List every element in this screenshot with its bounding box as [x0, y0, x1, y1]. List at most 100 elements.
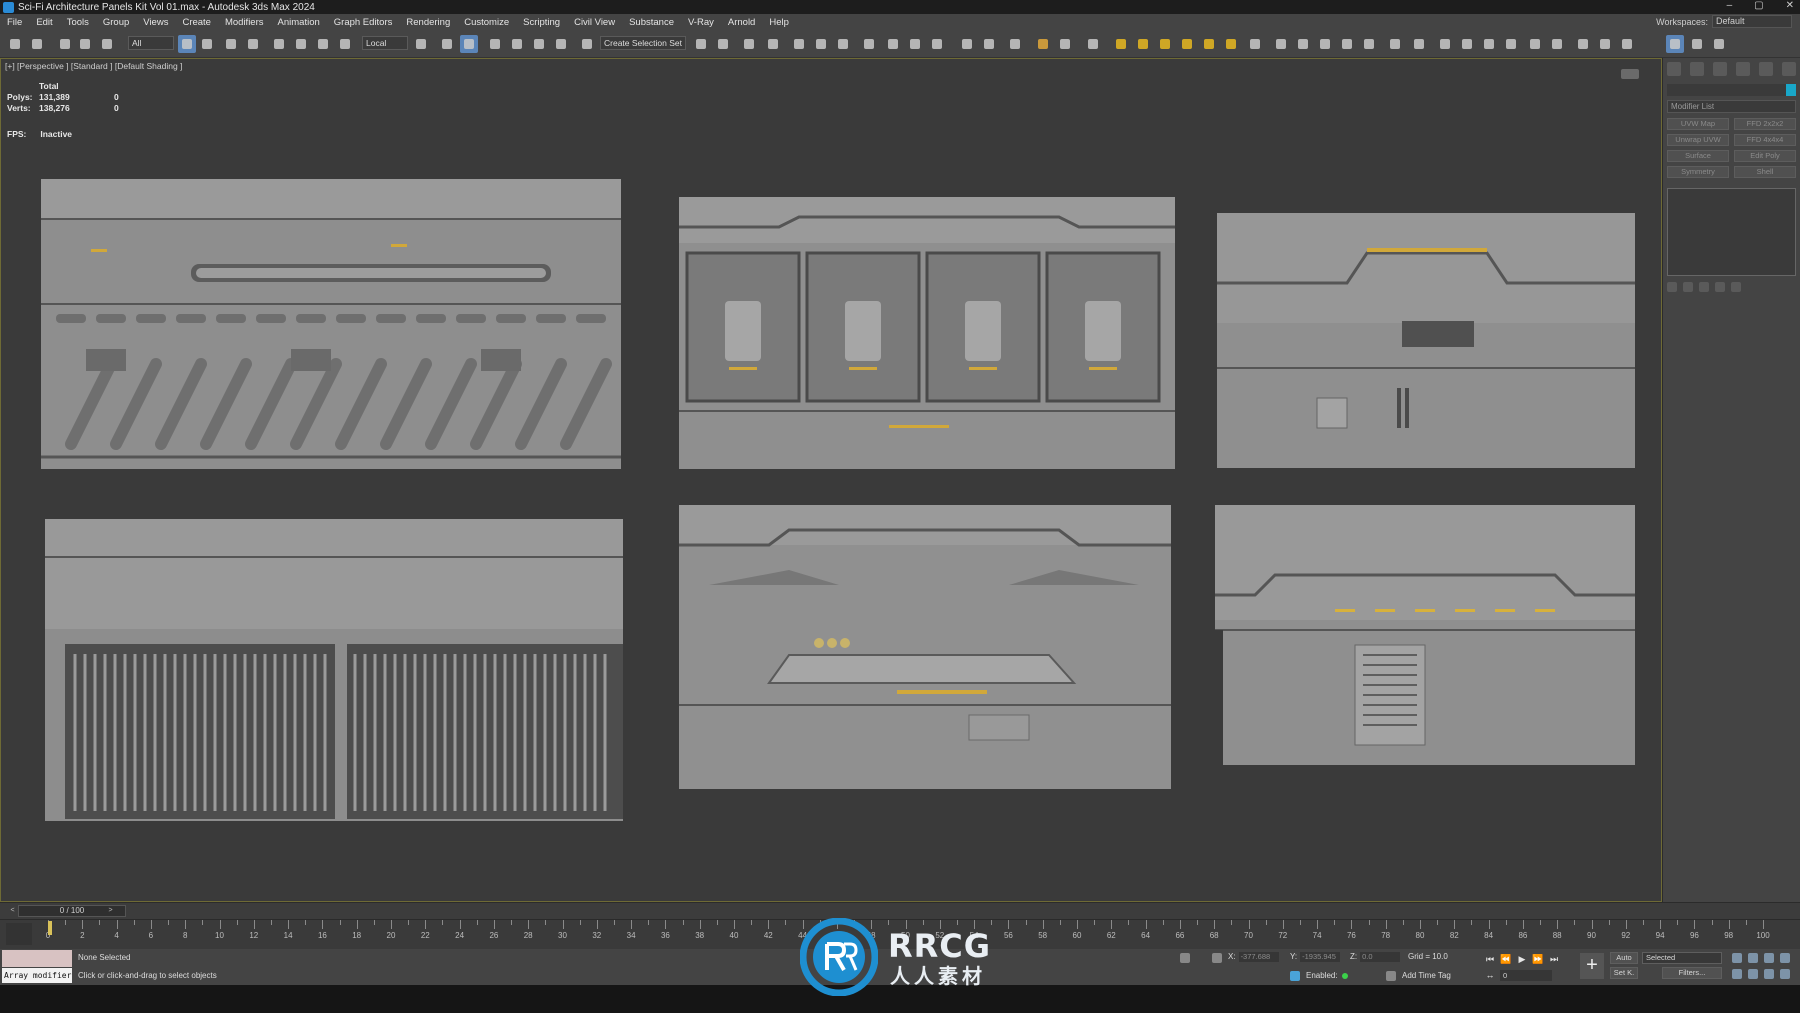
next-frame-icon[interactable]: ⏩: [1532, 954, 1544, 965]
listener-icon[interactable]: [1596, 35, 1614, 53]
modifier-button-ffd-2x2x2[interactable]: FFD 2x2x2: [1734, 118, 1796, 130]
help-icon[interactable]: [1618, 35, 1636, 53]
isolate-selection-icon[interactable]: [1180, 953, 1190, 963]
vray-fur-icon[interactable]: [1272, 35, 1290, 53]
show-end-result-icon[interactable]: [1683, 282, 1693, 292]
close-button[interactable]: ✕: [1786, 0, 1794, 11]
substance-icon[interactable]: [1526, 35, 1544, 53]
vray-plane-icon[interactable]: [1294, 35, 1312, 53]
time-tag-icon[interactable]: [1386, 971, 1396, 981]
time-slider[interactable]: < 0 / 100 >: [0, 903, 1800, 919]
menu-help[interactable]: Help: [762, 17, 796, 28]
menu-group[interactable]: Group: [96, 17, 136, 28]
current-frame-indicator[interactable]: [48, 921, 52, 935]
motion-tab-icon[interactable]: [1735, 62, 1750, 76]
set-key-add-icon[interactable]: +: [1580, 953, 1604, 979]
scifi-panel-4[interactable]: [45, 519, 623, 821]
vray-teapot-icon[interactable]: [958, 35, 976, 53]
object-name-field[interactable]: [1667, 84, 1787, 96]
redo-icon[interactable]: [28, 35, 46, 53]
goto-start-icon[interactable]: ⏮: [1484, 954, 1496, 965]
zoom-extents-all-icon[interactable]: [1780, 953, 1790, 963]
viewport-label-menu[interactable]: [+] [Perspective ] [Standard ] [Default …: [5, 61, 182, 71]
coordinate-system-dropdown[interactable]: Local: [362, 36, 408, 50]
vray-interactive-icon[interactable]: [980, 35, 998, 53]
menu-edit[interactable]: Edit: [29, 17, 59, 28]
window-crossing-icon[interactable]: [244, 35, 262, 53]
maximize-viewport-icon[interactable]: [1780, 969, 1790, 979]
remove-modifier-icon[interactable]: [1715, 282, 1725, 292]
3dsmax-app-icon[interactable]: [3, 1, 14, 13]
modifier-button-uvw-map[interactable]: UVW Map: [1667, 118, 1729, 130]
rotate-icon[interactable]: [292, 35, 310, 53]
vray-mesh-export-icon[interactable]: [1316, 35, 1334, 53]
key-filter-dropdown[interactable]: Selected: [1642, 952, 1722, 964]
viewcube-icon[interactable]: [1621, 69, 1639, 79]
mini-curve-editor-icon[interactable]: [6, 923, 32, 945]
menu-rendering[interactable]: Rendering: [399, 17, 457, 28]
select-by-name-icon[interactable]: [198, 35, 216, 53]
edit-named-selection-icon[interactable]: [578, 35, 596, 53]
maxscript-mini-listener[interactable]: Array modifier: [2, 968, 72, 983]
object-color-swatch[interactable]: [1786, 84, 1796, 96]
menu-file[interactable]: File: [0, 17, 29, 28]
scifi-panel-2[interactable]: [679, 197, 1175, 469]
play-icon[interactable]: ▶: [1516, 954, 1528, 965]
modifier-list-dropdown[interactable]: Modifier List: [1667, 100, 1796, 113]
vray-light-icon[interactable]: [1034, 35, 1052, 53]
menu-tools[interactable]: Tools: [60, 17, 96, 28]
vray-decal-icon[interactable]: [1410, 35, 1428, 53]
menu-graph-editors[interactable]: Graph Editors: [327, 17, 400, 28]
vray-clipper-icon[interactable]: [1338, 35, 1356, 53]
arnold-sphere-icon[interactable]: [1436, 35, 1454, 53]
menu-customize[interactable]: Customize: [457, 17, 516, 28]
percent-snap-icon[interactable]: [530, 35, 548, 53]
workspaces-dropdown[interactable]: Default: [1712, 15, 1792, 28]
auto-key-button[interactable]: Auto: [1610, 952, 1638, 964]
key-filters-button[interactable]: Filters...: [1662, 967, 1722, 979]
vray-sphere-light-icon[interactable]: [1112, 35, 1130, 53]
schematic-view-icon[interactable]: [834, 35, 852, 53]
material-editor-icon[interactable]: [860, 35, 878, 53]
scene-explorer-icon[interactable]: [740, 35, 758, 53]
undo-icon[interactable]: [6, 35, 24, 53]
scifi-panel-3[interactable]: [1217, 213, 1635, 468]
menu-views[interactable]: Views: [136, 17, 175, 28]
modify-tab-icon[interactable]: [1690, 62, 1705, 76]
time-config-icon[interactable]: [1688, 35, 1706, 53]
adaptive-degradation-icon[interactable]: [1290, 971, 1300, 981]
modifier-button-unwrap-uvw[interactable]: Unwrap UVW: [1667, 134, 1729, 146]
render-production-icon[interactable]: [928, 35, 946, 53]
zoom-extents-icon[interactable]: [1764, 953, 1774, 963]
minimize-button[interactable]: –: [1727, 0, 1733, 11]
maxscript-listener-output[interactable]: [2, 950, 72, 967]
scifi-panel-6[interactable]: [1215, 505, 1635, 765]
vray-toon-icon[interactable]: [1386, 35, 1404, 53]
selection-filter-dropdown[interactable]: All: [128, 36, 174, 50]
vray-proxy-icon[interactable]: [1084, 35, 1102, 53]
current-frame-field[interactable]: 0: [1500, 970, 1552, 981]
keyboard-shortcut-override-icon[interactable]: [460, 35, 478, 53]
menu-animation[interactable]: Animation: [271, 17, 327, 28]
pan-view-icon[interactable]: [1748, 969, 1758, 979]
orbit-icon[interactable]: [1764, 969, 1774, 979]
menu-arnold[interactable]: Arnold: [721, 17, 762, 28]
arnold-mtl-icon[interactable]: [1458, 35, 1476, 53]
command-panel-toggle-icon[interactable]: [1666, 35, 1684, 53]
vray-frame-buffer-icon[interactable]: [1006, 35, 1024, 53]
vray-scatter-icon[interactable]: [1360, 35, 1378, 53]
modifier-button-surface[interactable]: Surface: [1667, 150, 1729, 162]
scifi-panel-1[interactable]: [41, 179, 621, 469]
snaps-toggle-icon[interactable]: [486, 35, 504, 53]
vray-sunlight-icon[interactable]: [1246, 35, 1264, 53]
spinner-snap-icon[interactable]: [552, 35, 570, 53]
scifi-panel-5[interactable]: [679, 505, 1171, 789]
set-key-button[interactable]: Set K.: [1610, 967, 1638, 979]
layer-explorer-icon[interactable]: [764, 35, 782, 53]
make-unique-icon[interactable]: [1699, 282, 1709, 292]
curve-editor-icon[interactable]: [812, 35, 830, 53]
modifier-button-edit-poly[interactable]: Edit Poly: [1734, 150, 1796, 162]
time-slider-next-button[interactable]: >: [106, 905, 115, 917]
modifier-button-shell[interactable]: Shell: [1734, 166, 1796, 178]
move-icon[interactable]: [270, 35, 288, 53]
